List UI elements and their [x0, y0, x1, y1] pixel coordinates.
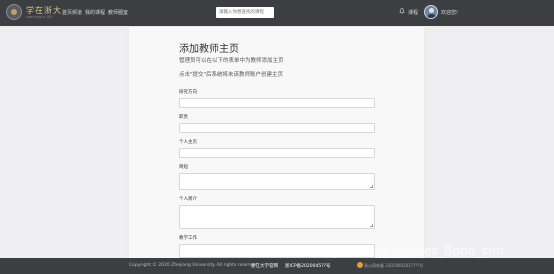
title-field[interactable] — [179, 123, 375, 133]
homepage-label: 个人主页 — [179, 140, 197, 145]
homepage-field[interactable] — [179, 148, 375, 158]
course-search-box[interactable] — [216, 7, 274, 18]
homepage-input[interactable] — [180, 149, 374, 157]
research-direction-input[interactable] — [180, 99, 374, 107]
brand-subtitle: Learning in ZJU — [26, 15, 53, 19]
page-title: 添加教师主页 — [179, 44, 239, 55]
summary-field[interactable] — [179, 173, 375, 190]
nav-link-home[interactable]: 首页频道 — [62, 9, 82, 16]
university-link[interactable]: 浙江大学官网 — [251, 263, 278, 269]
police-badge-icon — [357, 262, 363, 268]
summary-label: 简短 — [179, 165, 188, 170]
form-description-1: 管理员可以在以下的表单中为教师添加主页 — [179, 58, 284, 64]
icp-record-link[interactable]: 浙ICP备2020045??号 — [285, 263, 331, 269]
bio-label: 个人简介 — [179, 197, 197, 202]
copyright-text: Copyright © 2020 Zhejiang University All… — [129, 263, 260, 268]
form-description-2: 点击"提交"后系统将未该教师账户创建主页 — [179, 72, 284, 78]
nav-link-teachers[interactable]: 教师圈室 — [108, 9, 128, 16]
watermark-text: https://blog.csdn.net/James_Bond_slm — [268, 244, 504, 258]
nav-link-my-courses[interactable]: 我的课程 — [85, 9, 105, 16]
title-input[interactable] — [180, 124, 374, 132]
university-seal-icon — [6, 4, 22, 20]
course-search-input[interactable] — [216, 7, 274, 18]
page-footer: Copyright © 2020 Zhejiang University All… — [0, 258, 554, 274]
summary-textarea[interactable] — [180, 174, 374, 189]
top-navbar: 学在浙大 Learning in ZJU 首页频道 我的课程 教师圈室 课程 欢… — [0, 0, 554, 26]
resize-grip-icon[interactable] — [370, 224, 373, 227]
title-label: 职责 — [179, 115, 188, 120]
research-direction-field[interactable] — [179, 98, 375, 108]
resize-grip-icon[interactable] — [370, 185, 373, 188]
research-direction-label: 研究方向 — [179, 90, 197, 95]
bio-textarea[interactable] — [180, 206, 374, 228]
police-record-link[interactable]: 浙公网安备 3301060201????号 — [364, 263, 423, 269]
brand-logo[interactable]: 学在浙大 Learning in ZJU — [6, 3, 61, 23]
user-avatar[interactable] — [424, 5, 438, 19]
teaching-label: 教学工作 — [179, 236, 197, 241]
bell-icon[interactable] — [399, 8, 405, 14]
user-greeting[interactable]: 欢迎您! — [441, 9, 458, 16]
messages-label[interactable]: 课程 — [408, 9, 418, 16]
bio-field[interactable] — [179, 205, 375, 229]
